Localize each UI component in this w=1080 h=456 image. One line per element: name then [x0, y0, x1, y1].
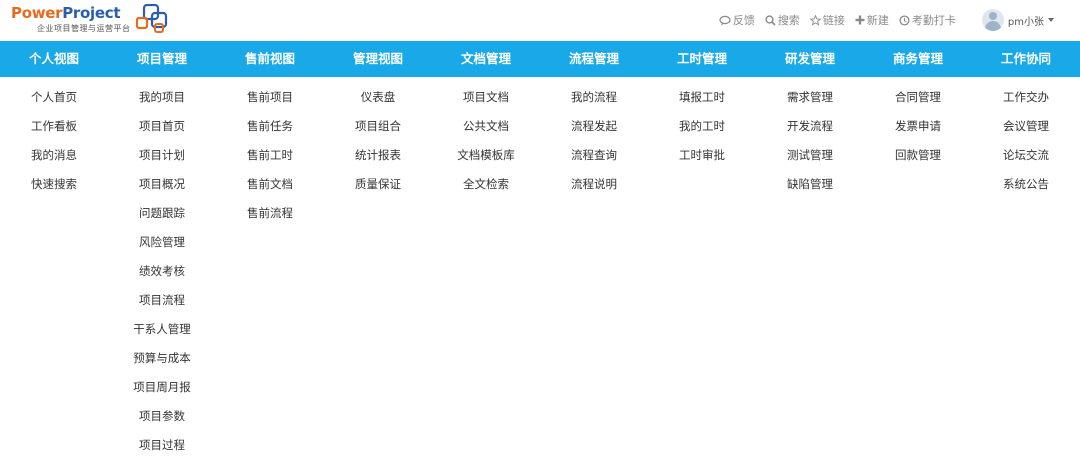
menu-item[interactable]: 风险管理: [108, 228, 216, 257]
menu-column-5: 我的流程 流程发起 流程查询 流程说明: [540, 77, 648, 456]
menu-item[interactable]: 合同管理: [864, 83, 972, 112]
menu-item[interactable]: 工时审批: [648, 141, 756, 170]
menu-item[interactable]: 售前工时: [216, 141, 324, 170]
feedback-label: 反馈: [732, 14, 755, 27]
menu-item[interactable]: 流程说明: [540, 170, 648, 199]
search-label: 搜索: [777, 14, 800, 27]
menu-item[interactable]: 需求管理: [756, 83, 864, 112]
menu-item[interactable]: 干系人管理: [108, 315, 216, 344]
menu-item[interactable]: 我的流程: [540, 83, 648, 112]
menu-item[interactable]: 项目首页: [108, 112, 216, 141]
links-link[interactable]: 链接: [809, 12, 845, 28]
logo-subtitle: 企业项目管理与运营平台: [37, 24, 131, 33]
menu-column-0: 个人首页 工作看板 我的消息 快速搜索: [0, 77, 108, 456]
menu-column-9: 工作交办 会议管理 论坛交流 系统公告: [972, 77, 1080, 456]
powerproject-logo[interactable]: PowerProject 企业项目管理与运营平台: [11, 4, 168, 38]
menu-item[interactable]: 项目概况: [108, 170, 216, 199]
menu-item[interactable]: 仪表盘: [324, 83, 432, 112]
menu-header-7[interactable]: 研发管理: [756, 41, 864, 77]
menu-header-8[interactable]: 商务管理: [864, 41, 972, 77]
menu-header-6[interactable]: 工时管理: [648, 41, 756, 77]
top-navigation: 反馈 搜索 链接 新建 考勤打卡 pm小张: [709, 9, 1054, 31]
new-label: 新建: [866, 14, 889, 27]
menu-item[interactable]: 绩效考核: [108, 257, 216, 286]
menu-item[interactable]: 售前流程: [216, 199, 324, 228]
menu-header-2[interactable]: 售前视图: [216, 41, 324, 77]
user-menu[interactable]: pm小张: [981, 9, 1054, 31]
menu-header-4[interactable]: 文档管理: [432, 41, 540, 77]
menu-item[interactable]: 项目流程: [108, 286, 216, 315]
menu-item[interactable]: 质量保证: [324, 170, 432, 199]
menu-item[interactable]: 测试管理: [756, 141, 864, 170]
menu-item[interactable]: 项目文档: [432, 83, 540, 112]
menu-item[interactable]: 项目过程: [108, 431, 216, 456]
menu-column-7: 需求管理 开发流程 测试管理 缺陷管理: [756, 77, 864, 456]
plus-icon: [855, 15, 865, 25]
menu-item[interactable]: 工作交办: [972, 83, 1080, 112]
clock-icon: [899, 14, 910, 26]
menu-item[interactable]: 缺陷管理: [756, 170, 864, 199]
header: PowerProject 企业项目管理与运营平台 反馈 搜索 链接 新建 考勤打…: [0, 0, 1080, 41]
main-menu-bar: 个人视图 项目管理 售前视图 管理视图 文档管理 流程管理 工时管理 研发管理 商务管理 工作协同: [0, 41, 1080, 77]
logo-wordmark: PowerProject: [11, 4, 121, 22]
menu-column-6: 填报工时 我的工时 工时审批: [648, 77, 756, 456]
attendance-label: 考勤打卡: [911, 14, 956, 27]
menu-item[interactable]: 项目周月报: [108, 373, 216, 402]
menu-header-9[interactable]: 工作协同: [972, 41, 1080, 77]
avatar: [981, 9, 1004, 31]
menu-item[interactable]: 回款管理: [864, 141, 972, 170]
logo-word-part2: Project: [62, 4, 121, 22]
menu-item[interactable]: 文档模板库: [432, 141, 540, 170]
menu-item[interactable]: 售前任务: [216, 112, 324, 141]
menu-item[interactable]: 我的消息: [0, 141, 108, 170]
attendance-link[interactable]: 考勤打卡: [899, 12, 956, 28]
menu-item[interactable]: 售前项目: [216, 83, 324, 112]
menu-header-5[interactable]: 流程管理: [540, 41, 648, 77]
menu-item[interactable]: 我的工时: [648, 112, 756, 141]
menu-item[interactable]: 全文检索: [432, 170, 540, 199]
star-icon: [809, 14, 821, 26]
chevron-down-icon: [1048, 18, 1054, 22]
menu-header-0[interactable]: 个人视图: [0, 41, 108, 77]
menu-item[interactable]: 填报工时: [648, 83, 756, 112]
feedback-link[interactable]: 反馈: [719, 12, 755, 28]
menu-item[interactable]: 论坛交流: [972, 141, 1080, 170]
menu-column-3: 仪表盘 项目组合 统计报表 质量保证: [324, 77, 432, 456]
menu-item[interactable]: 快速搜索: [0, 170, 108, 199]
comment-icon: [719, 15, 731, 25]
user-name: pm小张: [1007, 16, 1044, 28]
menu-column-2: 售前项目 售前任务 售前工时 售前文档 售前流程: [216, 77, 324, 456]
menu-item[interactable]: 个人首页: [0, 83, 108, 112]
search-icon: [765, 14, 776, 26]
logo-squares-icon: [135, 4, 168, 33]
menu-header-3[interactable]: 管理视图: [324, 41, 432, 77]
menu-item[interactable]: 公共文档: [432, 112, 540, 141]
menu-header-1[interactable]: 项目管理: [108, 41, 216, 77]
menu-item[interactable]: 项目参数: [108, 402, 216, 431]
menu-item[interactable]: 工作看板: [0, 112, 108, 141]
menu-item[interactable]: 会议管理: [972, 112, 1080, 141]
menu-item[interactable]: 项目计划: [108, 141, 216, 170]
menu-item[interactable]: 项目组合: [324, 112, 432, 141]
links-label: 链接: [822, 14, 845, 27]
menu-item[interactable]: 开发流程: [756, 112, 864, 141]
menu-column-1: 我的项目 项目首页 项目计划 项目概况 问题跟踪 风险管理 绩效考核 项目流程 干系人管理 预算与…: [108, 77, 216, 456]
menu-column-4: 项目文档 公共文档 文档模板库 全文检索: [432, 77, 540, 456]
logo-word-part1: Power: [11, 4, 63, 22]
menu-column-8: 合同管理 发票申请 回款管理: [864, 77, 972, 456]
menu-item[interactable]: 系统公告: [972, 170, 1080, 199]
new-link[interactable]: 新建: [855, 12, 889, 28]
menu-item[interactable]: 预算与成本: [108, 344, 216, 373]
menu-item[interactable]: 售前文档: [216, 170, 324, 199]
menu-item[interactable]: 我的项目: [108, 83, 216, 112]
search-link[interactable]: 搜索: [765, 12, 800, 28]
menu-item[interactable]: 流程发起: [540, 112, 648, 141]
menu-item[interactable]: 统计报表: [324, 141, 432, 170]
menu-item[interactable]: 问题跟踪: [108, 199, 216, 228]
menu-item[interactable]: 流程查询: [540, 141, 648, 170]
menu-item[interactable]: 发票申请: [864, 112, 972, 141]
menu-columns: 个人首页 工作看板 我的消息 快速搜索 我的项目 项目首页 项目计划 项目概况 问题跟踪 风险管理…: [0, 77, 1080, 456]
